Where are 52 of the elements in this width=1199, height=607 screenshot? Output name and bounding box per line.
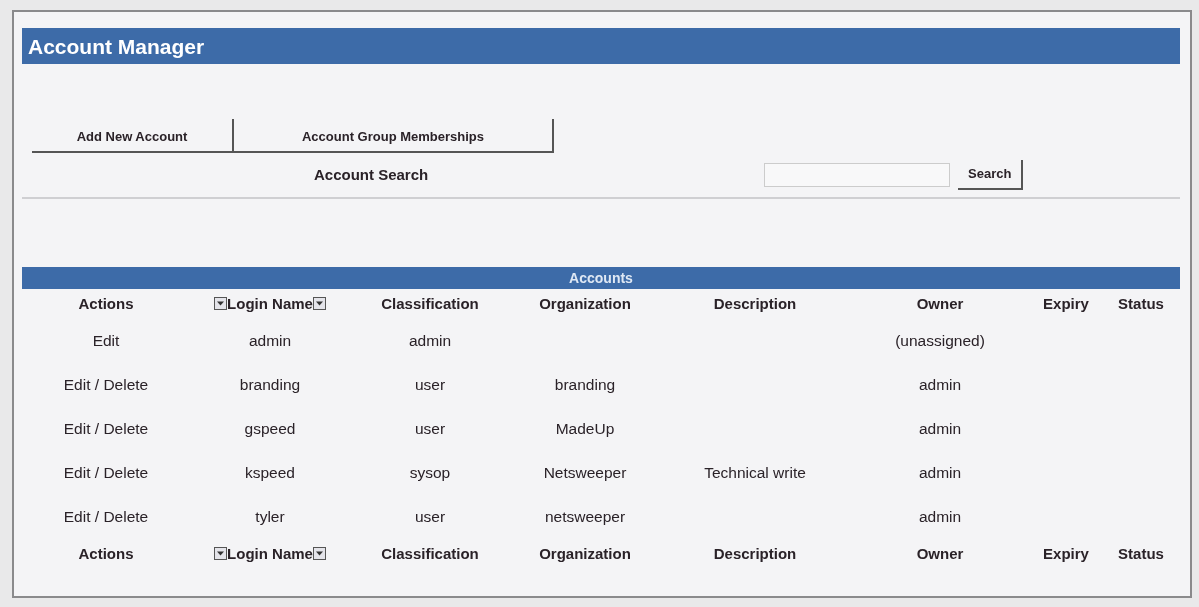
sort-icon[interactable] <box>312 546 326 560</box>
sort-icon[interactable] <box>312 296 326 310</box>
column-header: Description <box>712 543 798 564</box>
column-header: Actions <box>77 293 135 314</box>
sort-icon[interactable] <box>214 296 228 310</box>
table-cell-text: kspeed <box>244 463 296 484</box>
search-button[interactable]: Search <box>958 160 1024 190</box>
table-cell-text: branding <box>238 375 302 396</box>
column-header[interactable]: Login Name <box>227 294 313 312</box>
sort-icon[interactable] <box>214 546 228 560</box>
action-links[interactable]: Edit / Delete <box>63 420 149 438</box>
action-links[interactable]: Edit / Delete <box>63 376 149 394</box>
table-cell-text: sysop <box>408 463 452 484</box>
column-header: Organization <box>538 543 632 564</box>
column-header: Classification <box>380 543 480 564</box>
table-cell-text: (unassigned) <box>894 331 986 352</box>
table-cell-text: admin <box>917 507 963 528</box>
table-cell-text: admin <box>917 463 963 484</box>
column-header: Status <box>1117 293 1165 314</box>
table-cell-text: user <box>413 419 447 440</box>
column-header: Description <box>712 293 798 314</box>
table-cell-text: admin <box>407 331 453 352</box>
table-cell-text: user <box>413 375 447 396</box>
table-cell-text: branding <box>553 375 617 396</box>
tab[interactable]: Add New Account <box>32 119 234 153</box>
table-cell-text: admin <box>917 375 963 396</box>
table-cell-text: MadeUp <box>554 419 616 440</box>
table-cell-text: gspeed <box>243 419 297 440</box>
search-field[interactable] <box>764 163 950 187</box>
table-cell-text: netsweeper <box>543 507 627 528</box>
table-cell-text: Technical write <box>703 463 807 484</box>
tab[interactable]: Account Group Memberships <box>234 119 554 153</box>
action-links[interactable]: Edit / Delete <box>63 464 149 482</box>
column-header: Actions <box>77 543 135 564</box>
table-cell-text: Netsweeper <box>542 463 628 484</box>
column-header: Owner <box>915 543 965 564</box>
table-cell-text: tyler <box>254 507 286 528</box>
column-header: Classification <box>380 293 480 314</box>
table-cell-text: user <box>413 507 447 528</box>
action-links[interactable]: Edit <box>92 332 120 350</box>
section-header: Accounts <box>22 267 1180 289</box>
column-header: Status <box>1117 543 1165 564</box>
page-title: Account Manager <box>22 28 1180 64</box>
column-header: Expiry <box>1042 543 1090 564</box>
table-cell-text: admin <box>917 419 963 440</box>
column-header: Owner <box>915 293 965 314</box>
column-header: Organization <box>538 293 632 314</box>
column-header: Expiry <box>1042 293 1090 314</box>
table-cell-text: admin <box>247 331 293 352</box>
search-label: Account Search <box>314 164 430 185</box>
column-header[interactable]: Login Name <box>227 544 313 562</box>
action-links[interactable]: Edit / Delete <box>63 508 149 526</box>
